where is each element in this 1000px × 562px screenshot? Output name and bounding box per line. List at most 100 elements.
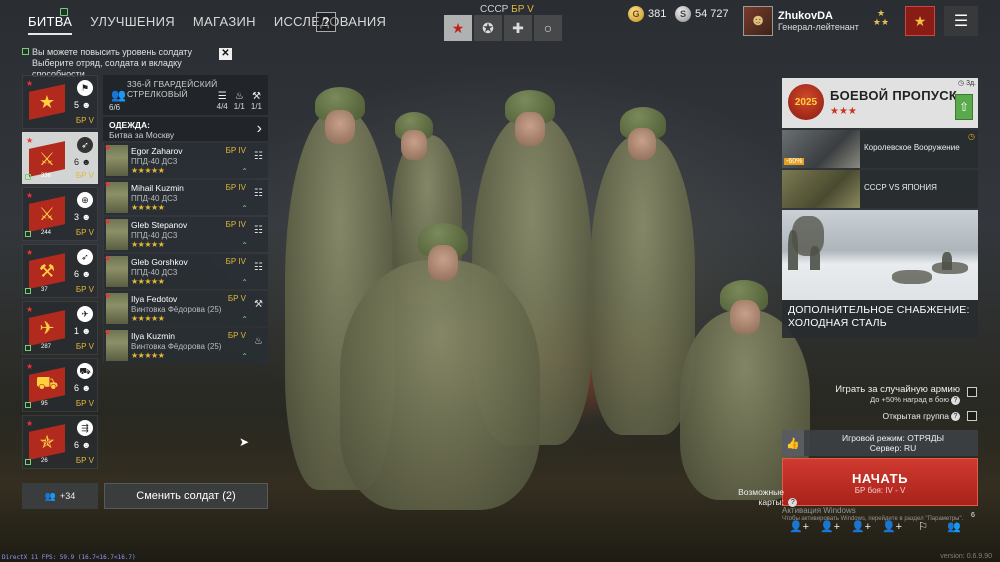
soldier-row[interactable]: ★ Mihail Kuzmin ППД-40 ДС3 ★★★★★ БР IV ☷ ⌃ [103,180,268,215]
stat-value: 1/1 [250,102,262,111]
squad-soldier-count: 6 ☻ [74,157,91,167]
soldier-br: БР IV [225,183,246,192]
main-nav: БИТВА УЛУЧШЕНИЯ МАГАЗИН ИССЛЕДОВАНИЯ [28,14,404,35]
random-army-checkbox[interactable] [967,387,977,397]
promo-royal-arms[interactable]: -60% Королевское Вооружение ◷ [782,130,978,168]
friends-icon[interactable]: 👥 [941,518,967,536]
squad-card[interactable]: ★ ⚔ 336 ➶ 6 ☻ БР V [22,132,98,184]
add-friend-icon[interactable]: 👤+ [786,518,812,536]
promo-ussr-vs-japan[interactable]: СССР VS ЯПОНИЯ [782,170,978,208]
soldier-face [730,300,760,334]
count-value: 3 [74,212,80,222]
time-left: 3д. [966,80,976,87]
tab-japan[interactable]: ○ [534,15,562,41]
soldier-br: БР V [227,294,246,303]
soldier-br: БР IV [225,220,246,229]
add-friend-icon[interactable]: 👤+ [848,518,874,536]
star-icon: ★ [104,180,112,189]
squad-number: 26 [41,458,48,464]
squad-card[interactable]: ★ ⚒ 37 ➶ 6 ☻ БР V [22,244,98,298]
soldier-class-icon: ☷ [254,262,263,273]
random-army-option: Играть за случайную армию До +50% наград… [760,384,960,405]
game-mode-selector[interactable]: 👍 Игровой режим: ОТРЯДЫ Сервер: RU [782,430,978,456]
soldier-br: БР V [227,331,246,340]
soldier-class-icon: ♨ [254,336,263,347]
add-friend-icon[interactable]: 👤+ [817,518,843,536]
squad-card[interactable]: ★ ⚔ 244 ⊕ 3 ☻ БР V [22,187,98,241]
notification-close-button[interactable]: ✕ [219,48,232,60]
change-soldiers-button[interactable]: Сменить солдат (2) [104,483,268,509]
question-icon[interactable]: ? [951,395,960,405]
soldier-class-icon: ☷ [254,225,263,236]
squad-card[interactable]: ★ ⛟ 95 ⛟ 6 ☻ БР V [22,358,98,412]
squad-emblem: ⚔ [27,141,67,177]
rank-stars-icon: ★ ★★ [872,8,890,27]
count-value: 6 [74,269,80,279]
supply-banner[interactable]: ДОПОЛНИТЕЛЬНОЕ СНАБЖЕНИЕ: ХОЛОДНАЯ СТАЛЬ [782,300,978,338]
squad-emblem: ✯ [27,424,67,460]
possible-maps[interactable]: Возможные карты: ? [734,487,798,508]
soldier-row[interactable]: ★ Gleb Stepanov ППД-40 ДС3 ★★★★★ БР IV ☷ ⌃ [103,217,268,252]
soldier-br: БР IV [225,257,246,266]
help-button[interactable]: ? [316,12,336,32]
squad-reserve-button[interactable]: 👥 +34 [22,483,98,509]
start-button[interactable]: НАЧАТЬ БР боя: IV - V [782,458,978,506]
battle-pass-time: ◷ 3д. [958,80,976,87]
squad-number: 244 [41,230,52,236]
upgrade-indicator [25,288,31,294]
list-icon: ☰ [217,91,227,102]
rank-up-icon: ⌃ [241,278,248,287]
squad-emblem: ⛟ [27,367,67,403]
flag-icon[interactable]: ⚐ [910,518,936,536]
battle-pass-card[interactable]: 2025 БОЕВОЙ ПРОПУСК ★★★ ◷ 3д. ⇧ [782,78,978,128]
tab-shop[interactable]: МАГАЗИН [193,14,256,29]
player-profile[interactable]: ☻ ZhukovDA Генерал-лейтенант [743,6,859,36]
count-value: 1 [74,326,80,336]
emblem-icon: ⛟ [35,373,59,393]
gold-currency[interactable]: G 381 [628,6,666,22]
squad-soldier-count: 3 ☻ [74,212,91,222]
star-icon: ★ [104,143,112,152]
rank-badge[interactable]: ★ [905,6,935,36]
stat-value: 4/4 [216,102,228,111]
soldier-row[interactable]: ★ Ilya Fedotov Винтовка Фёдорова (25) ★★★★★… [103,291,268,326]
friends-count: 6 [971,512,975,519]
squad-stat-slots: ☰ 4/4 [217,91,228,111]
emblem-icon: ★ [38,91,56,112]
tab-usa[interactable]: ✪ [474,15,502,41]
fps-readout: DirectX 11 FPS: 59.9 (16.7<16.7<16.7) [2,554,136,561]
soldier-row[interactable]: ★ Egor Zaharov ППД-40 ДС3 ★★★★★ БР IV ☷ ⌃ [103,143,268,178]
emblem-icon: ✈ [39,317,55,338]
soldier-stars: ★★★★★ [131,314,165,323]
tab-upgrades[interactable]: УЛУЧШЕНИЯ [90,14,175,29]
squad-number: 336 [41,173,52,179]
thumbs-up-icon[interactable]: 👍 [782,430,804,456]
squad-card[interactable]: ★ ✯ 26 ⇶ 6 ☻ БР V [22,415,98,469]
notification-line1: Вы можете повысить уровень солдату [32,47,192,57]
count-value: 6 [74,440,80,450]
hamburger-icon: ☰ [953,13,969,30]
squad-soldier-count: 6 ☻ [74,383,91,393]
outfit-selector[interactable]: ОДЕЖДА: Битва за Москву › [103,117,268,141]
open-group-checkbox[interactable] [967,411,977,421]
squad-type-icon: ⇶ [77,420,93,436]
tab-battle[interactable]: БИТВА [28,14,73,35]
star-icon: ★ [104,291,112,300]
soldier-row[interactable]: ★ Ilya Kuzmin Винтовка Фёдорова (25) ★★★★★ Б… [103,328,268,363]
squad-card[interactable]: ★ ★ ⚑ 5 ☻ БР V [22,75,98,129]
soldier-stars: ★★★★★ [131,240,165,249]
soldier-row[interactable]: ★ Gleb Gorshkov ППД-40 ДС3 ★★★★★ БР IV ☷ ⌃ [103,254,268,289]
upgrade-indicator [25,459,31,465]
squad-card[interactable]: ★ ✈ 287 ✈ 1 ☻ БР V [22,301,98,355]
supply-promo-image[interactable] [782,210,978,300]
silver-currency[interactable]: S 54 727 [675,6,729,22]
menu-button[interactable]: ☰ [944,6,978,36]
question-icon[interactable]: ? [951,411,960,421]
squad-number: 37 [41,287,48,293]
tab-germany[interactable]: ✚ [504,15,532,41]
soldier-face [428,245,458,281]
squad-br: БР V [75,171,94,180]
fire-icon: ♨ [234,91,244,102]
tab-ussr[interactable]: ★ [444,15,472,41]
add-friend-icon[interactable]: 👤+ [879,518,905,536]
